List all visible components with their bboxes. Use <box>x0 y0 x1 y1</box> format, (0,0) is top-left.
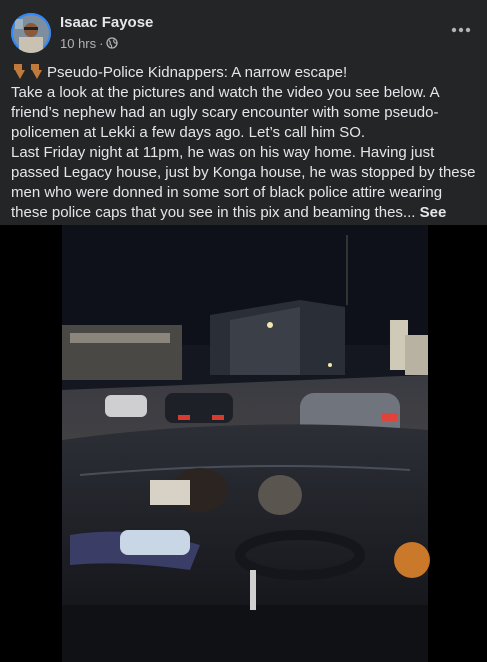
pointing-down-hands-emoji <box>11 62 47 80</box>
facebook-post: Isaac Fayose 10 hrs · Pseudo-Police Kidn… <box>0 0 487 662</box>
paragraph-2-text: Last Friday night at 11pm, he was on his… <box>11 144 476 221</box>
avatar-image <box>11 13 51 53</box>
globe-icon[interactable] <box>106 37 119 49</box>
author-name[interactable]: Isaac Fayose <box>60 14 153 31</box>
paragraph-1: Take a look at the pictures and watch th… <box>11 84 439 141</box>
post-text: Pseudo-Police Kidnappers: A narrow escap… <box>11 62 481 243</box>
pointing-down-icon <box>14 64 42 79</box>
post-timestamp[interactable]: 10 hrs <box>60 36 96 51</box>
post-header: Isaac Fayose 10 hrs · <box>0 0 487 60</box>
video-player[interactable] <box>0 225 487 662</box>
more-options-icon[interactable] <box>449 18 473 42</box>
headline-text: Pseudo-Police Kidnappers: A narrow escap… <box>47 64 348 81</box>
author-avatar[interactable] <box>11 13 51 53</box>
post-headline: Pseudo-Police Kidnappers: A narrow escap… <box>11 62 481 83</box>
post-meta: 10 hrs · <box>60 35 119 51</box>
video-frame <box>0 225 487 662</box>
meta-separator: · <box>99 35 104 51</box>
